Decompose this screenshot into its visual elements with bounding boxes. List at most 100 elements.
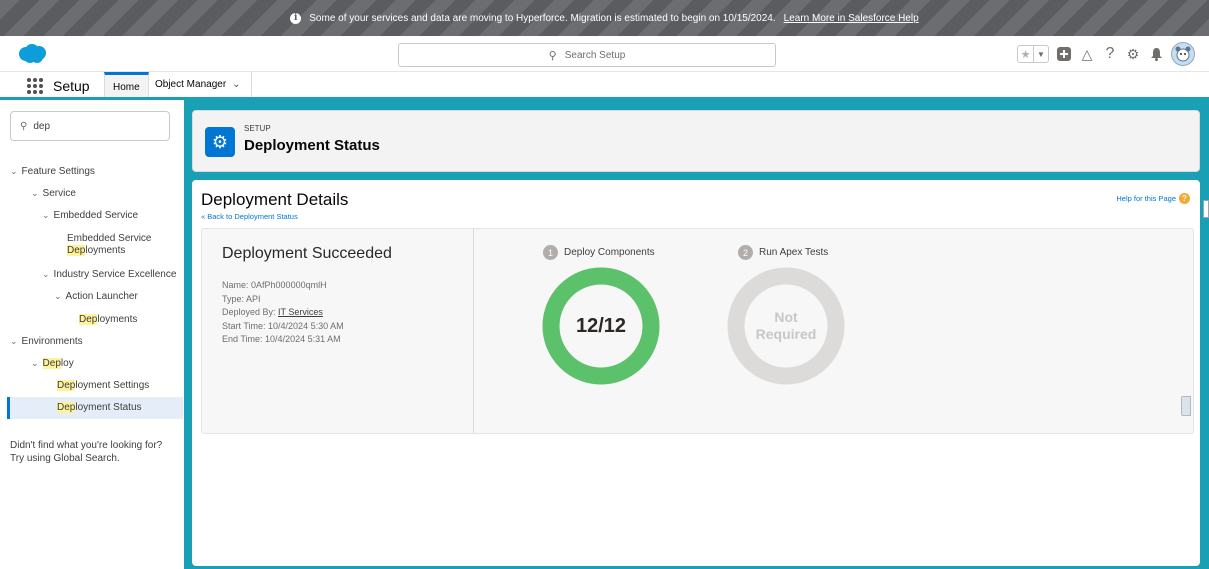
tree-item-label: Feature Settings <box>21 166 95 177</box>
tree-item-embedded-service-deployments[interactable]: Embedded Service Deployments <box>67 233 152 257</box>
ring-status-line: Required <box>755 326 817 342</box>
search-icon: ⚲ <box>20 120 28 132</box>
tree-item-action-launcher[interactable]: ⌄ Action Launcher <box>54 291 138 302</box>
deployment-summary-panel: Deployment Succeeded Name: 0AfPh000000qm… <box>201 228 1194 434</box>
tab-object-manager-label: Object Manager <box>155 79 227 90</box>
chevron-down-icon[interactable]: ⌄ <box>232 79 240 90</box>
tree-item-label: Embedded Service <box>67 233 152 244</box>
app-navigation-bar: Setup Home Object Manager ⌄ <box>0 72 1209 100</box>
chevron-down-icon[interactable]: ⌄ <box>31 188 39 198</box>
quick-find-value: dep <box>33 120 51 132</box>
meta-name: Name: 0AfPh000000qmlH <box>222 279 344 293</box>
tree-item-environments[interactable]: ⌄ Environments <box>10 336 83 347</box>
global-actions-add-icon[interactable] <box>1056 46 1072 62</box>
trailhead-icon[interactable]: △ <box>1079 46 1095 62</box>
meta-value: 10/4/2024 5:30 AM <box>268 320 344 331</box>
tab-object-manager[interactable]: Object Manager ⌄ <box>149 72 252 97</box>
chevron-down-icon[interactable]: ▼ <box>1033 46 1048 62</box>
chevron-down-icon[interactable]: ⌄ <box>31 358 39 368</box>
banner-learn-more-link[interactable]: Learn More in Salesforce Help <box>784 13 919 24</box>
tree-item-label: Service <box>42 188 76 199</box>
hint-line: Didn't find what you're looking for? <box>10 440 163 451</box>
global-search-hint: Didn't find what you're looking for? Try… <box>10 439 180 465</box>
page-header-eyebrow: SETUP <box>244 124 271 133</box>
tree-item-deployment-settings[interactable]: Deployment Settings <box>57 380 149 391</box>
chevron-down-icon[interactable]: ⌄ <box>42 269 50 279</box>
tree-item-deploy[interactable]: ⌄ Deploy <box>31 358 74 369</box>
run-apex-tests-progress-ring: Not Required <box>727 267 845 385</box>
deploy-components-count: 12/12 <box>575 314 627 337</box>
side-panel-toggle[interactable] <box>1181 396 1191 416</box>
meta-label: Name: <box>222 280 249 290</box>
quick-find-input[interactable]: ⚲ dep <box>10 111 170 141</box>
chevron-down-icon[interactable]: ⌄ <box>42 210 50 220</box>
favorites-control[interactable]: ★ ▼ <box>1017 45 1049 63</box>
chevron-down-icon[interactable]: ⌄ <box>10 336 18 346</box>
tree-item-label: loyments <box>85 245 126 256</box>
meta-value: API <box>246 293 261 304</box>
tree-item-label: Industry Service Excellence <box>53 269 177 280</box>
search-match-highlight: Dep <box>67 245 86 256</box>
tree-item-service[interactable]: ⌄ Service <box>31 188 76 199</box>
setup-sidebar: ⚲ dep ⌄ Feature Settings ⌄ Service ⌄ Embedd… <box>0 100 184 569</box>
search-match-highlight: Dep <box>79 314 98 325</box>
tree-item-label: Action Launcher <box>65 291 138 302</box>
system-announcement-banner: i Some of your services and data are mov… <box>0 0 1209 36</box>
user-avatar[interactable] <box>1171 42 1195 66</box>
app-launcher-icon[interactable] <box>27 78 43 94</box>
chevron-down-icon[interactable]: ⌄ <box>54 291 62 301</box>
meta-deployed-by: Deployed By: IT Services <box>222 306 344 320</box>
setup-gear-icon[interactable]: ⚙ <box>1125 46 1141 62</box>
meta-value: 10/4/2024 5:31 AM <box>265 334 341 344</box>
help-for-this-page-link[interactable]: Help for this Page ? <box>1116 193 1190 204</box>
tree-item-label: Embedded Service <box>53 210 139 221</box>
ring-status-line: Not <box>774 309 798 325</box>
meta-type: Type: API <box>222 293 344 307</box>
tree-item-feature-settings[interactable]: ⌄ Feature Settings <box>10 166 95 177</box>
tree-item-label: loyment Settings <box>75 380 150 391</box>
search-icon: ⚲ <box>548 49 557 62</box>
deployment-status-title: Deployment Succeeded <box>222 245 392 262</box>
global-header: ⚲ Search Setup ★ ▼ △ ? ⚙ <box>0 36 1209 72</box>
back-to-deployment-status-link[interactable]: « Back to Deployment Status <box>201 212 298 221</box>
meta-label: Deployed By: <box>222 307 276 317</box>
meta-label: Start Time: <box>222 320 266 331</box>
notifications-bell-icon[interactable] <box>1148 46 1164 62</box>
help-icon[interactable]: ? <box>1102 45 1118 62</box>
salesforce-cloud-logo[interactable] <box>17 43 47 64</box>
deployment-details-title: Deployment Details <box>201 190 349 209</box>
page-title: Deployment Status <box>244 137 380 154</box>
tree-item-action-launcher-deployments[interactable]: Deployments <box>79 314 137 325</box>
tree-item-label: loy <box>60 358 74 369</box>
deploy-components-progress-ring: 12/12 <box>542 267 660 385</box>
meta-end-time: End Time: 10/4/2024 5:31 AM <box>222 333 344 347</box>
gear-icon: ⚙ <box>205 127 235 157</box>
right-edge-frame <box>1203 100 1209 569</box>
favorites-star-icon[interactable]: ★ <box>1018 46 1033 62</box>
run-apex-tests-status: Not Required <box>727 267 845 385</box>
meta-label: End Time: <box>222 334 263 344</box>
step-number-badge: 2 <box>738 245 753 260</box>
meta-value: 0AfPh000000qmlH <box>251 280 327 290</box>
tree-item-industry-service-excellence[interactable]: ⌄ Industry Service Excellence <box>42 269 176 280</box>
deployment-details-card: Deployment Details « Back to Deployment … <box>192 180 1200 566</box>
deployment-info-column: Deployment Succeeded Name: 0AfPh000000qm… <box>202 229 474 433</box>
tree-item-embedded-service[interactable]: ⌄ Embedded Service <box>42 210 138 221</box>
tree-item-label: Environments <box>21 336 83 347</box>
main-content-area: ⚙ SETUP Deployment Status Deployment Det… <box>184 100 1203 569</box>
banner-message: Some of your services and data are movin… <box>309 12 776 24</box>
setup-search-input[interactable]: ⚲ Search Setup <box>398 43 776 67</box>
meta-label: Type: <box>222 293 245 304</box>
side-panel-handle[interactable] <box>1203 200 1209 218</box>
tab-home[interactable]: Home <box>104 72 149 97</box>
search-match-highlight: Dep <box>57 380 76 391</box>
step-label: Run Apex Tests <box>759 247 829 258</box>
help-link-label: Help for this Page <box>1116 194 1176 203</box>
info-icon: i <box>290 12 302 24</box>
help-page-icon: ? <box>1179 193 1190 204</box>
search-placeholder: Search Setup <box>564 49 626 61</box>
chevron-down-icon[interactable]: ⌄ <box>10 166 18 176</box>
tree-item-deployment-status[interactable]: Deployment Status <box>57 402 142 413</box>
deployed-by-user-link[interactable]: IT Services <box>278 307 323 317</box>
tree-item-label: loyment Status <box>75 402 142 413</box>
